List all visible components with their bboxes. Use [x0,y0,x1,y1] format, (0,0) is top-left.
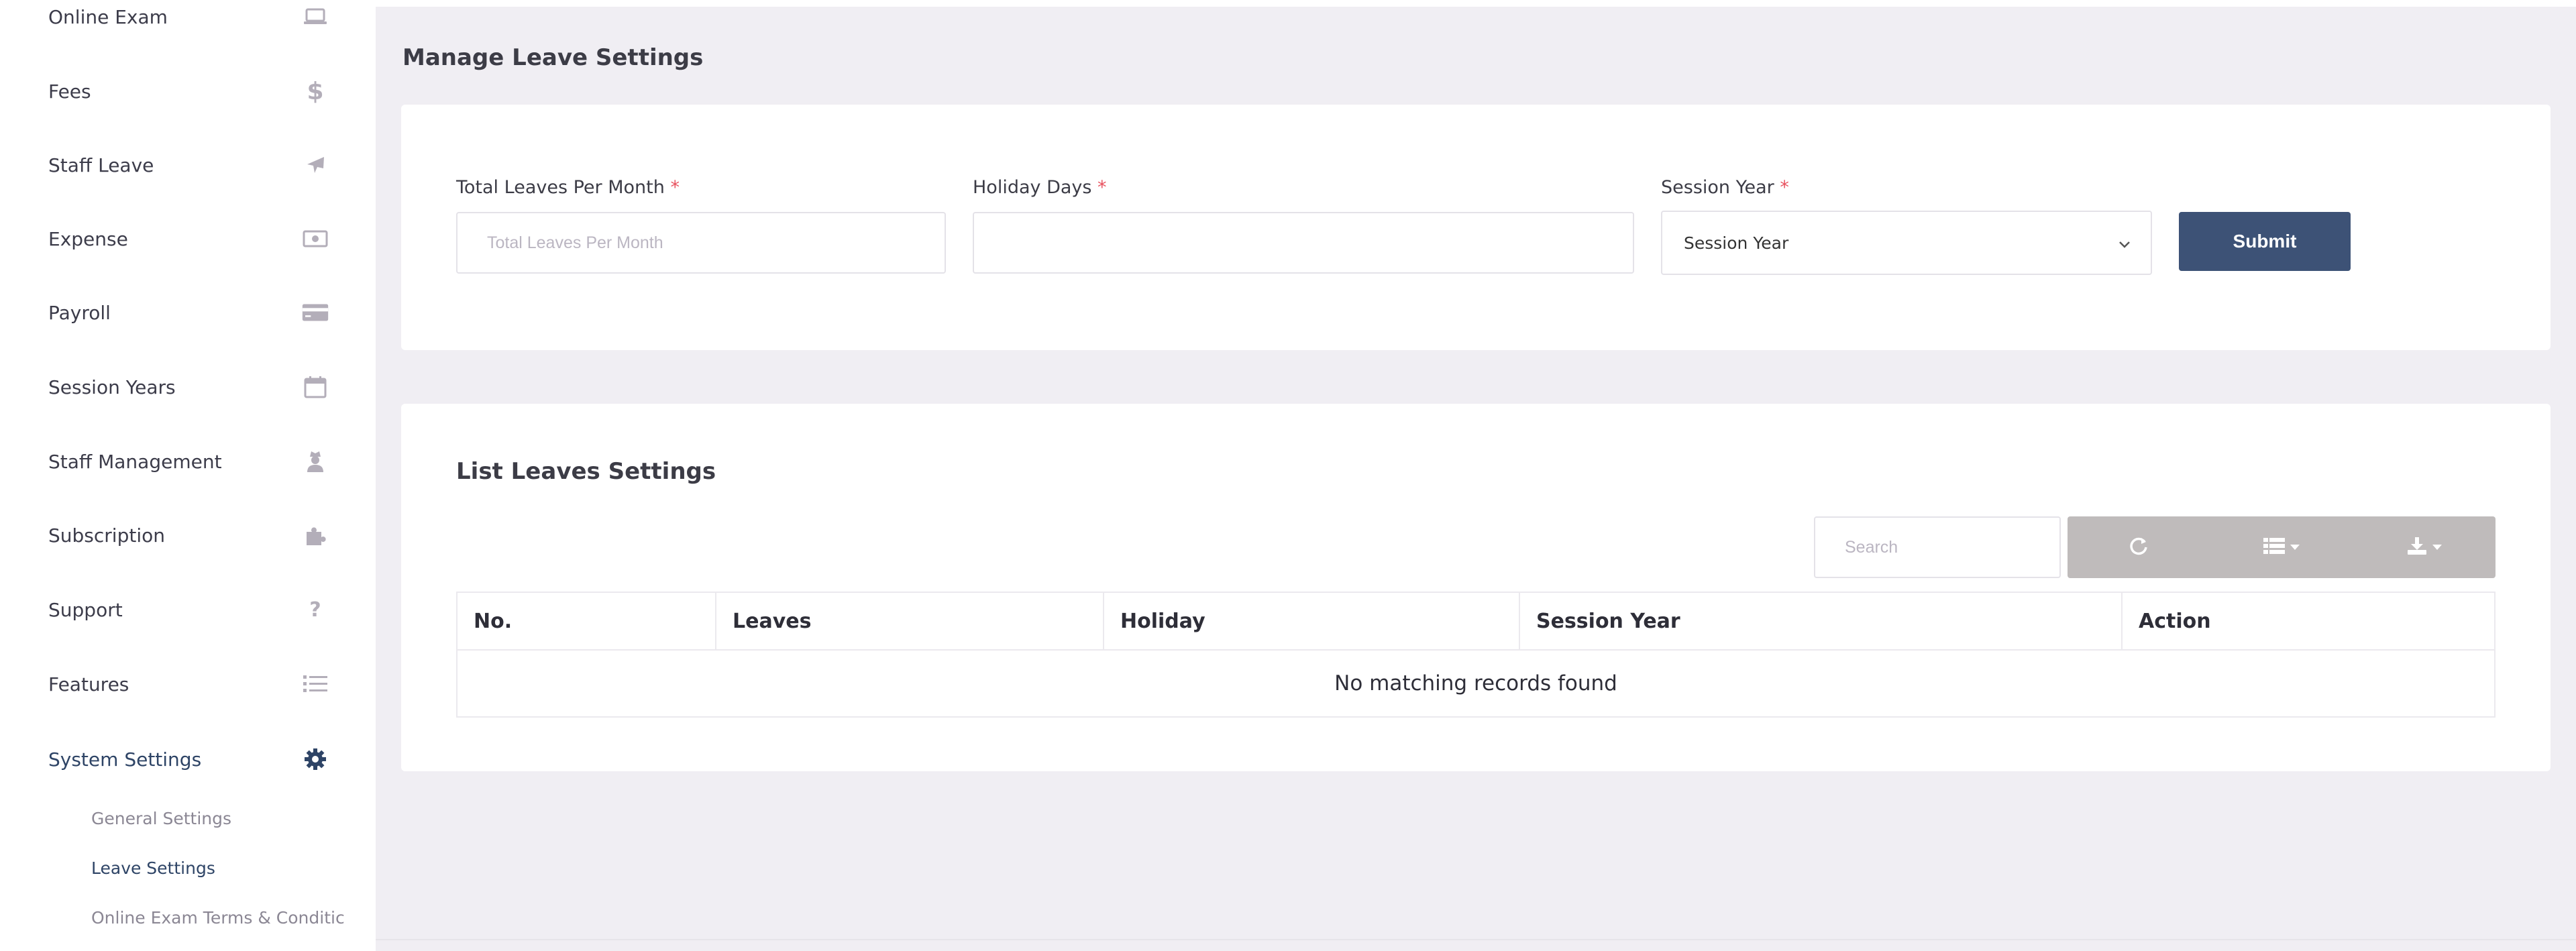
calendar-icon [302,374,329,400]
sidebar: Online Exam Fees $ Staff Leave Expense P… [0,0,376,951]
sidebar-item-label: System Settings [48,748,202,771]
sidebar-item-system-settings[interactable]: System Settings [48,739,329,779]
total-leaves-label-text: Total Leaves Per Month [456,177,665,198]
column-header-holiday[interactable]: Holiday [1104,593,1520,649]
footer-divider [376,939,2576,940]
refresh-button[interactable] [2068,516,2210,578]
column-header-leaves[interactable]: Leaves [716,593,1104,649]
sidebar-item-support[interactable]: Support ? [48,590,329,630]
session-year-selected-value: Session Year [1684,233,1789,253]
column-header-session-year[interactable]: Session Year [1520,593,2123,649]
page-title: Manage Leave Settings [402,44,704,71]
sidebar-subitem-online-exam-terms[interactable]: Online Exam Terms & Conditic [91,908,373,928]
refresh-icon [2129,536,2149,559]
top-border [376,0,2576,7]
sidebar-item-features[interactable]: Features [48,664,329,704]
sidebar-item-staff-management[interactable]: Staff Management [48,441,329,482]
sidebar-item-payroll[interactable]: Payroll [48,292,329,333]
required-mark: * [1097,177,1107,198]
laptop-icon [302,3,329,30]
export-button[interactable] [2353,516,2496,578]
column-header-no[interactable]: No. [458,593,716,649]
credit-card-icon [302,299,329,326]
money-icon [302,225,329,252]
question-icon: ? [309,598,321,622]
list-title: List Leaves Settings [456,458,716,485]
sidebar-item-session-years[interactable]: Session Years [48,367,329,407]
table-toolbar [2068,516,2496,578]
total-leaves-label: Total Leaves Per Month * [456,177,680,198]
sidebar-subitem-general-settings[interactable]: General Settings [91,809,373,828]
holiday-days-label-text: Holiday Days [973,177,1092,198]
columns-button[interactable] [2210,516,2353,578]
sidebar-item-label: Expense [48,227,128,250]
leaves-table: No. Leaves Holiday Session Year Action N… [456,592,2496,718]
required-mark: * [670,177,680,198]
sidebar-item-label: Fees [48,80,91,103]
download-icon [2407,537,2427,558]
gear-icon [302,746,329,773]
sidebar-item-staff-leave[interactable]: Staff Leave [48,145,329,185]
sidebar-item-subscription[interactable]: Subscription [48,515,329,555]
sidebar-item-fees[interactable]: Fees $ [48,71,329,111]
user-secret-icon [302,448,329,475]
sidebar-item-label: Payroll [48,301,111,324]
sidebar-item-online-exam[interactable]: Online Exam [48,0,329,37]
caret-down-icon [2432,545,2442,550]
sidebar-item-label: Support [48,598,123,621]
caret-down-icon [2290,545,2300,550]
list-icon [2263,537,2285,557]
empty-table-message: No matching records found [1334,671,1617,695]
sidebar-item-label: Subscription [48,524,165,547]
table-header: No. Leaves Holiday Session Year Action [458,593,2494,651]
session-year-select[interactable]: Session Year [1661,211,2152,275]
sidebar-item-label: Features [48,673,129,695]
plane-icon [302,152,329,178]
search-input[interactable] [1814,516,2061,578]
holiday-days-label: Holiday Days * [973,177,1107,198]
session-year-label: Session Year * [1661,177,1789,198]
puzzle-icon [302,522,329,549]
sidebar-subitem-leave-settings[interactable]: Leave Settings [91,858,373,878]
sidebar-item-expense[interactable]: Expense [48,219,329,259]
sidebar-item-label: Online Exam [48,5,168,28]
column-header-action[interactable]: Action [2123,593,2494,649]
list-icon [302,671,329,697]
sidebar-item-label: Session Years [48,376,176,398]
sidebar-item-label: Staff Management [48,450,222,473]
session-year-label-text: Session Year [1661,177,1774,198]
sidebar-item-label: Staff Leave [48,154,154,176]
total-leaves-input[interactable] [456,212,946,274]
holiday-days-input[interactable] [973,212,1634,274]
required-mark: * [1780,177,1789,198]
chevron-down-icon [2118,233,2131,253]
submit-button[interactable]: Submit [2179,212,2351,271]
dollar-icon: $ [307,77,324,105]
